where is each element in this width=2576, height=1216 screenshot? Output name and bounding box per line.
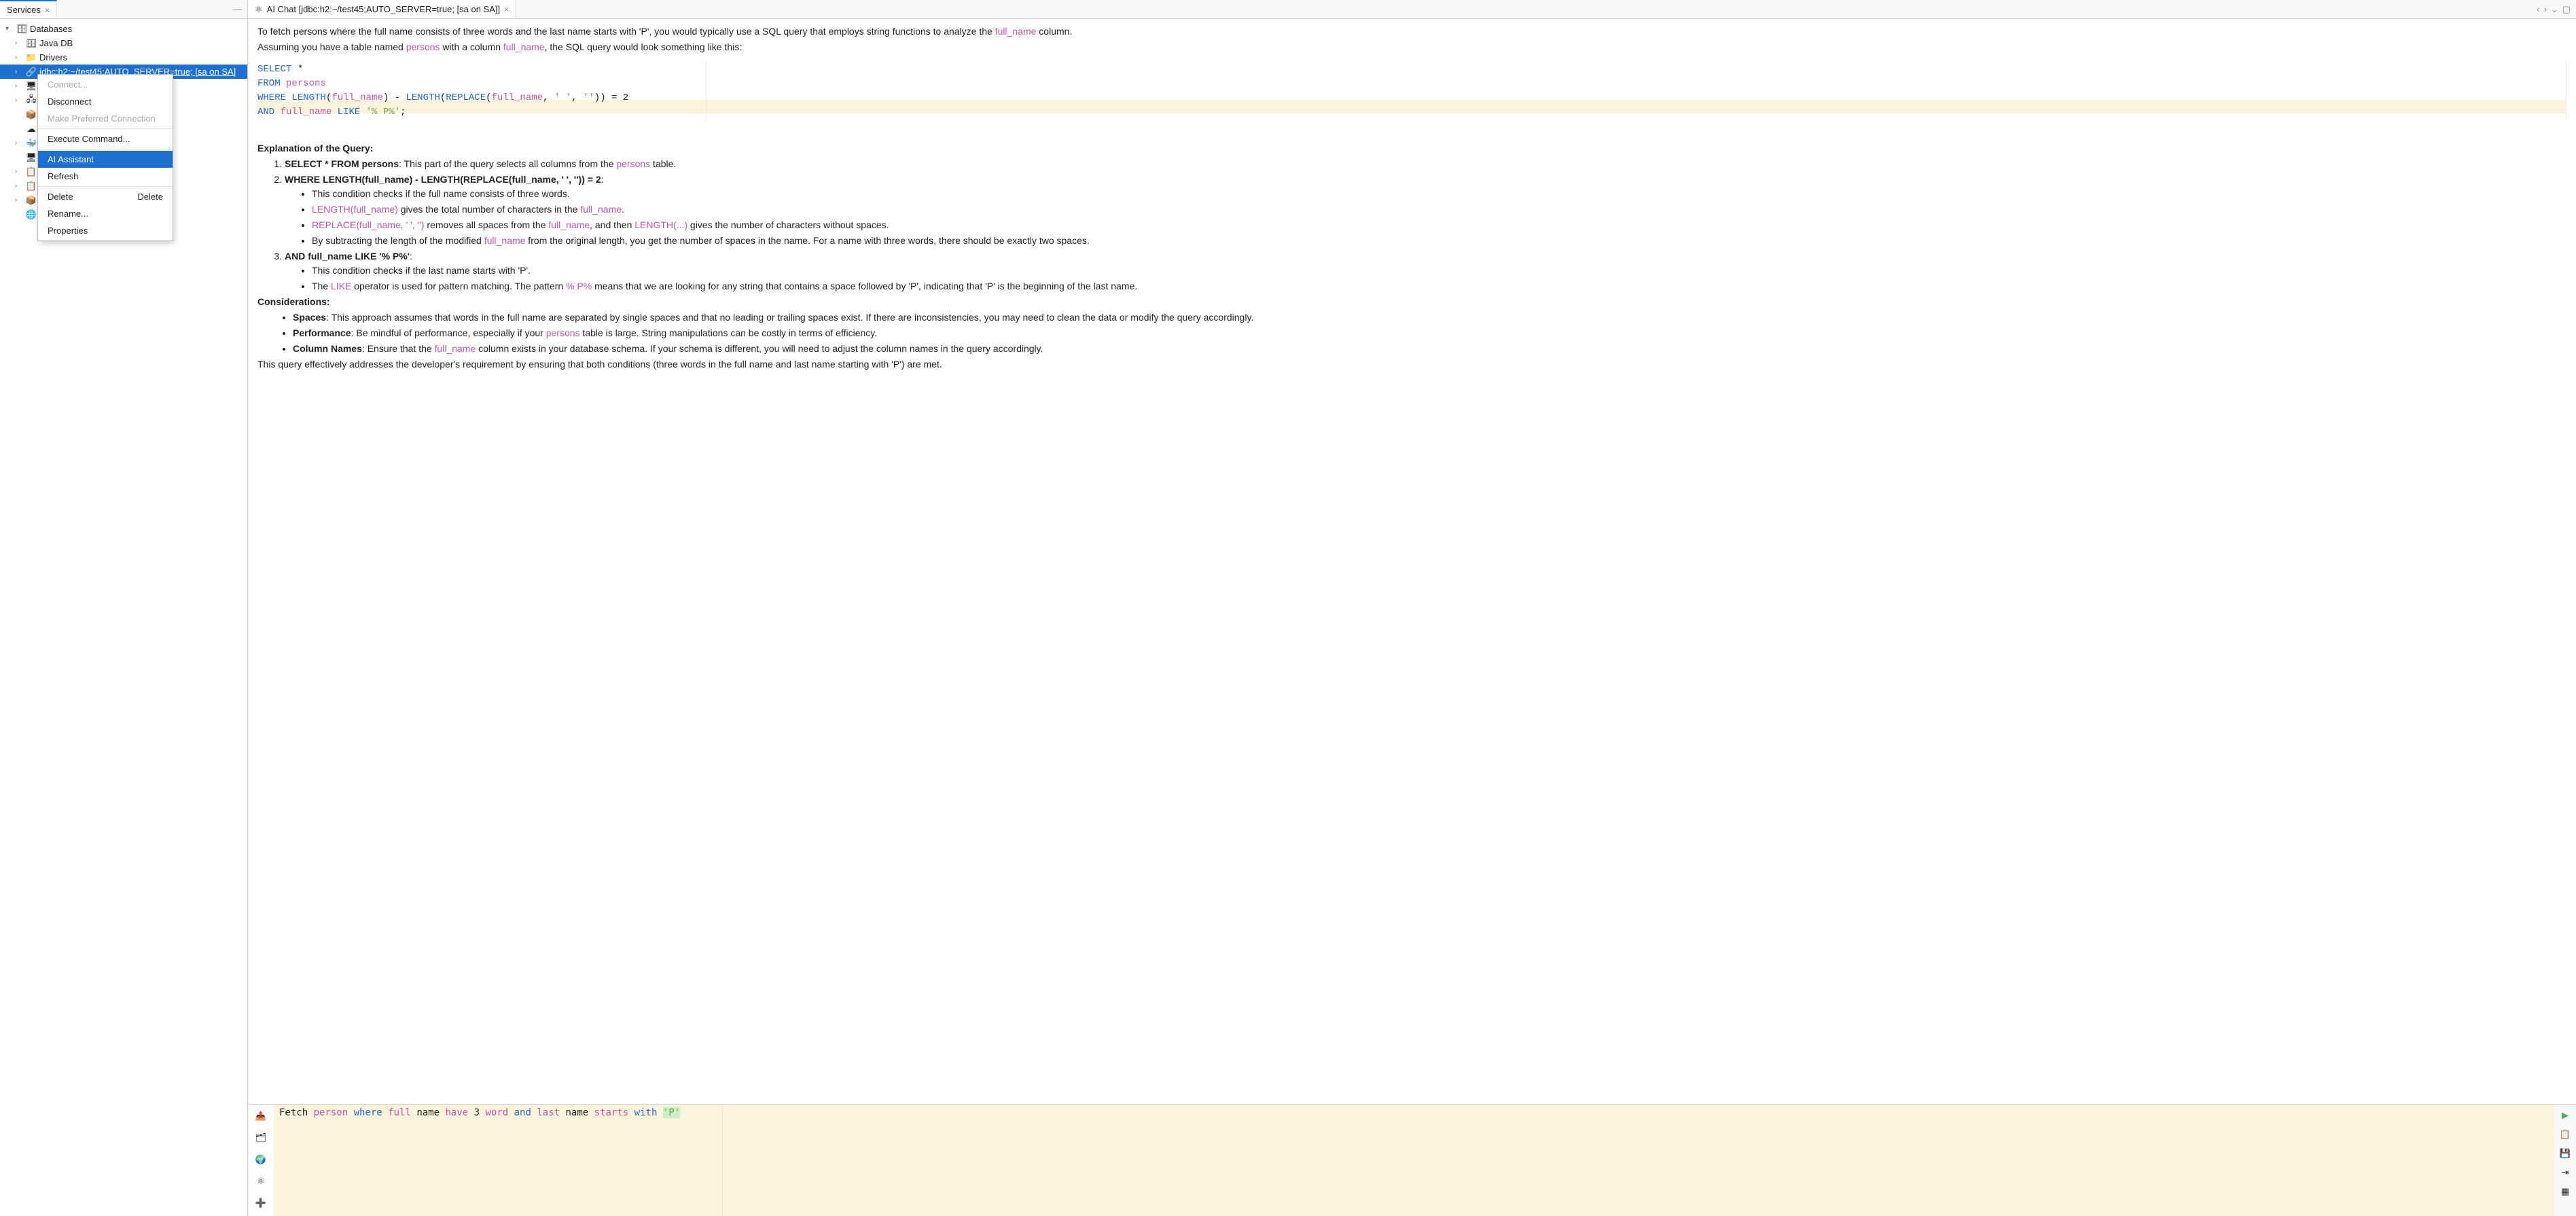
export-icon[interactable]: ⇥ [2558, 1166, 2572, 1179]
intro-line-2: Assuming you have a table named persons … [257, 40, 2566, 54]
context-menu: Connect... Disconnect Make Preferred Con… [37, 74, 173, 241]
tree-root-databases[interactable]: ▾ 🗄 Databases [0, 22, 247, 36]
services-tab-label: Services [7, 5, 41, 15]
menu-separator [38, 186, 173, 187]
close-icon[interactable]: × [504, 5, 509, 14]
database-icon: 🗄 [16, 24, 27, 35]
input-left-toolbar: 📤 🗂 🌍 ⚛ ➕ [248, 1105, 274, 1216]
ai-chat-tab-bar: ⚛ AI Chat [jdbc:h2:~/test45;AUTO_SERVER=… [248, 0, 2576, 19]
close-icon[interactable]: × [45, 5, 50, 15]
sub-list: This condition checks if the last name s… [285, 264, 2566, 293]
menu-rename[interactable]: Rename... [38, 205, 173, 222]
services-tab[interactable]: Services × [0, 0, 57, 18]
server-icon: 🖧 [26, 95, 37, 106]
services-tab-bar: Services × — [0, 0, 247, 19]
services-panel: Services × — ▾ 🗄 Databases › 🗄 Java DB ›… [0, 0, 248, 1216]
menu-execute-command[interactable]: Execute Command... [38, 130, 173, 147]
docker-icon: 🐳 [26, 138, 37, 149]
run-icon[interactable]: ▶ [2558, 1109, 2572, 1122]
ai-chat-tab-label: AI Chat [jdbc:h2:~/test45;AUTO_SERVER=tr… [267, 4, 500, 14]
considerations-heading: Considerations: [257, 295, 2566, 309]
menu-make-preferred[interactable]: Make Preferred Connection [38, 110, 173, 127]
explanation-list: SELECT * FROM persons: This part of the … [257, 157, 2566, 293]
considerations-list: Spaces: This approach assumes that words… [257, 310, 2566, 356]
list-item: Performance: Be mindful of performance, … [293, 326, 2566, 340]
copy-icon[interactable]: 📋 [2558, 1128, 2572, 1141]
save-icon[interactable]: 💾 [2558, 1147, 2572, 1160]
globe-icon[interactable]: 🌍 [253, 1152, 268, 1167]
menu-properties[interactable]: Properties [38, 222, 173, 239]
chat-output: To fetch persons where the full name con… [248, 19, 2576, 1104]
list-item: This condition checks if the full name c… [312, 187, 2566, 201]
cloud-icon: ☁ [26, 124, 37, 135]
dropdown-icon[interactable]: ⌄ [2551, 4, 2558, 15]
tree-label: Databases [30, 24, 72, 34]
list-item: SELECT * FROM persons: This part of the … [285, 157, 2566, 171]
history-icon[interactable]: 🗂 [253, 1130, 268, 1145]
database-icon: 🗄 [26, 38, 37, 49]
ai-chat-tab[interactable]: ⚛ AI Chat [jdbc:h2:~/test45;AUTO_SERVER=… [248, 0, 516, 18]
maximize-icon[interactable]: ▢ [2562, 4, 2571, 15]
intro-line-1: To fetch persons where the full name con… [257, 24, 2566, 39]
list-item: LENGTH(full_name) gives the total number… [312, 202, 2566, 217]
menu-ai-assistant[interactable]: AI Assistant [38, 151, 173, 168]
tab-controls: ‹ › ⌄ ▢ [2537, 4, 2576, 15]
prev-icon[interactable]: ‹ [2537, 4, 2539, 15]
list-item: REPLACE(full_name, ' ', '') removes all … [312, 218, 2566, 232]
chat-input[interactable]: Fetch person where full name have 3 word… [274, 1105, 2554, 1216]
minimize-icon[interactable]: — [233, 4, 247, 14]
closing-line: This query effectively addresses the dev… [257, 357, 2566, 372]
sub-list: This condition checks if the full name c… [285, 187, 2566, 248]
new-icon[interactable]: ➕ [253, 1196, 268, 1211]
tree-label: Java DB [39, 38, 73, 48]
folder-icon: 📁 [26, 52, 37, 63]
menu-delete[interactable]: DeleteDelete [38, 188, 173, 205]
list-item: Column Names: Ensure that the full_name … [293, 342, 2566, 356]
server-icon: 🖥 [26, 152, 37, 163]
next-icon[interactable]: › [2543, 4, 2546, 15]
ai-chat-panel: ⚛ AI Chat [jdbc:h2:~/test45;AUTO_SERVER=… [248, 0, 2576, 1216]
menu-refresh[interactable]: Refresh [38, 168, 173, 185]
sql-code-block[interactable]: SELECT * FROM persons WHERE LENGTH(full_… [257, 61, 2566, 121]
menu-separator [38, 128, 173, 129]
chat-input-area: 📤 🗂 🌍 ⚛ ➕ Fetch person where full name h… [248, 1104, 2576, 1216]
tree-label: Drivers [39, 52, 67, 62]
server-icon: 🖥 [26, 81, 37, 92]
menu-disconnect[interactable]: Disconnect [38, 93, 173, 110]
list-item: Spaces: This approach assumes that words… [293, 310, 2566, 325]
task-icon: 📋 [26, 181, 37, 192]
globe-icon: 🌐 [26, 209, 37, 220]
list-item: WHERE LENGTH(full_name) - LENGTH(REPLACE… [285, 173, 2566, 248]
package-icon: 📦 [26, 195, 37, 206]
table-icon[interactable]: ▦ [2558, 1185, 2572, 1198]
list-item: The LIKE operator is used for pattern ma… [312, 279, 2566, 293]
menu-connect[interactable]: Connect... [38, 76, 173, 93]
connection-icon: 🔗 [26, 67, 37, 77]
settings-icon[interactable]: ⚛ [253, 1174, 268, 1189]
tree-item-drivers[interactable]: › 📁 Drivers [0, 50, 247, 65]
explanation-heading: Explanation of the Query: [257, 141, 2566, 156]
ai-icon: ⚛ [255, 4, 263, 15]
list-item: By subtracting the length of the modifie… [312, 234, 2566, 248]
list-item: This condition checks if the last name s… [312, 264, 2566, 278]
input-right-toolbar: ▶ 📋 💾 ⇥ ▦ [2554, 1105, 2576, 1216]
maven-icon: 📦 [26, 109, 37, 120]
task-icon: 📋 [26, 166, 37, 177]
tree-item-javadb[interactable]: › 🗄 Java DB [0, 36, 247, 50]
list-item: AND full_name LIKE '% P%': This conditio… [285, 249, 2566, 293]
send-icon[interactable]: 📤 [253, 1109, 268, 1124]
